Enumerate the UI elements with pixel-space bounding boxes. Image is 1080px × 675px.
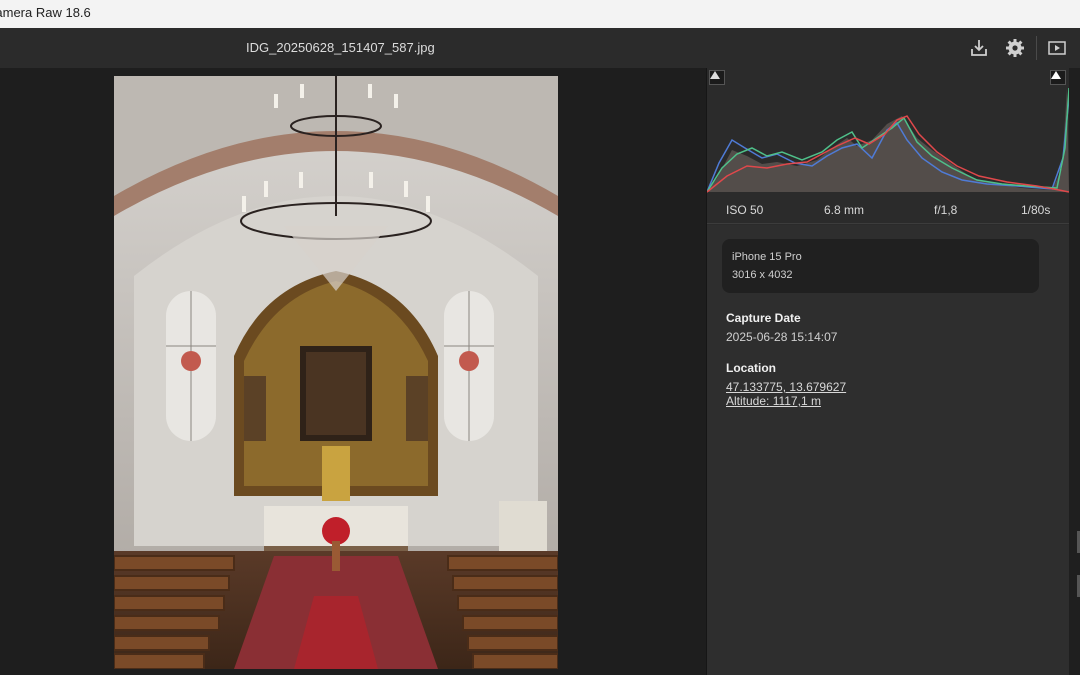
slideshow-button[interactable] xyxy=(1046,37,1068,59)
image-canvas[interactable] xyxy=(0,68,706,675)
camera-model: iPhone 15 Pro xyxy=(732,251,802,263)
camera-info-card: iPhone 15 Pro 3016 x 4032 xyxy=(722,239,1039,293)
capture-date-heading: Capture Date xyxy=(726,311,801,325)
play-icon xyxy=(1048,41,1066,55)
focal-length-value: 6.8 mm xyxy=(824,203,865,217)
shutter-speed-value: 1/80s xyxy=(1021,203,1051,217)
window-title: Camera Raw 18.6 xyxy=(0,5,91,20)
window-titlebar: Camera Raw 18.6 xyxy=(0,0,1080,28)
gear-icon xyxy=(1006,39,1024,57)
image-resolution: 3016 x 4032 xyxy=(732,269,793,281)
save-icon xyxy=(971,40,987,56)
right-panel: ISO 50 6.8 mm f/1,8 1/80s iPhone 15 Pro … xyxy=(706,68,1080,675)
top-toolbar: IDG_20250628_151407_587.jpg xyxy=(0,28,1080,68)
capture-date-value: 2025-06-28 15:14:07 xyxy=(726,330,838,344)
settings-button[interactable] xyxy=(1004,37,1026,59)
histogram-luminance xyxy=(707,88,1069,192)
location-coordinates-link[interactable]: 47.133775, 13.679627 xyxy=(726,380,846,394)
exif-summary: ISO 50 6.8 mm f/1,8 1/80s xyxy=(707,194,1069,222)
toolbar-divider xyxy=(1036,36,1037,60)
panel-scrollbar[interactable] xyxy=(1069,68,1080,675)
photo-church-interior xyxy=(114,76,558,669)
histogram: ISO 50 6.8 mm f/1,8 1/80s xyxy=(707,68,1069,225)
aperture-value: f/1,8 xyxy=(934,203,958,217)
altitude-link[interactable]: Altitude: 1117,1 m xyxy=(726,394,821,408)
panel-divider xyxy=(707,223,1069,224)
location-heading: Location xyxy=(726,361,776,375)
iso-value: ISO 50 xyxy=(726,203,764,217)
metadata-panel: iPhone 15 Pro 3016 x 4032 Capture Date 2… xyxy=(707,225,1069,675)
file-name: IDG_20250628_151407_587.jpg xyxy=(246,40,435,55)
save-button[interactable] xyxy=(968,37,990,59)
